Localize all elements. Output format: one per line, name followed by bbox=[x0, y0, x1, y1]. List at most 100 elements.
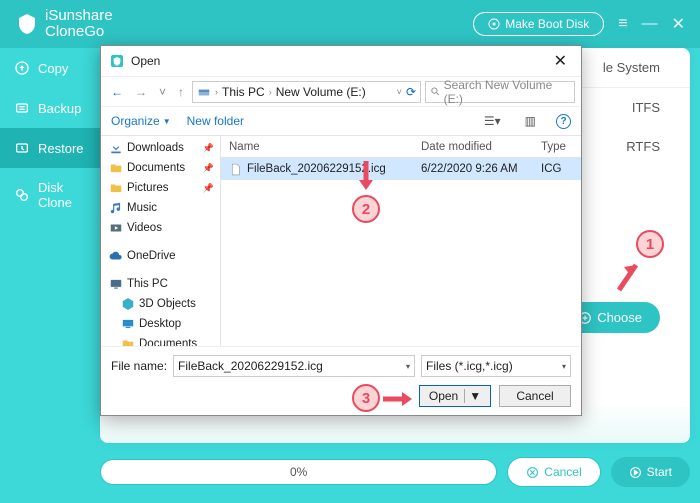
list-header[interactable]: Name Date modified Type bbox=[221, 136, 581, 158]
help-icon[interactable]: ? bbox=[556, 114, 571, 129]
filetype-filter[interactable]: Files (*.icg,*.icg)▾ bbox=[421, 355, 571, 377]
file-icon bbox=[229, 163, 242, 176]
drive-icon bbox=[197, 85, 211, 99]
annotation-arrow-3 bbox=[380, 390, 418, 408]
sidebar-label: Restore bbox=[38, 141, 84, 156]
cell-value: ITFS bbox=[632, 100, 660, 115]
tree-label: Videos bbox=[127, 222, 162, 234]
col-type[interactable]: Type bbox=[541, 141, 581, 153]
filename-input[interactable]: FileBack_20206229152.icg▾ bbox=[173, 355, 415, 377]
file-type: ICG bbox=[541, 163, 581, 175]
start-button[interactable]: Start bbox=[611, 457, 690, 487]
tree-item[interactable]: Documents 📌 bbox=[107, 158, 220, 178]
logo-icon bbox=[15, 12, 39, 36]
tree-label: Music bbox=[127, 202, 157, 214]
backup-icon bbox=[14, 100, 30, 116]
tree-item[interactable]: OneDrive bbox=[107, 246, 220, 266]
app-logo: iSunshareCloneGo bbox=[15, 8, 113, 40]
col-filesystem: le System bbox=[603, 60, 660, 75]
col-date[interactable]: Date modified bbox=[421, 141, 541, 153]
preview-pane-icon[interactable]: ▥ bbox=[521, 112, 540, 130]
cancel-icon bbox=[526, 466, 539, 479]
nav-up-icon[interactable]: ↑ bbox=[174, 83, 188, 101]
organize-button[interactable]: Organize ▼ bbox=[111, 114, 171, 128]
pin-icon: 📌 bbox=[203, 143, 218, 154]
tree-item[interactable]: Pictures 📌 bbox=[107, 178, 220, 198]
new-folder-button[interactable]: New folder bbox=[187, 114, 244, 128]
nav-back-icon[interactable]: ← bbox=[107, 83, 127, 101]
tree-item[interactable]: Desktop bbox=[107, 314, 220, 334]
bottom-bar: 0% Cancel Start bbox=[100, 451, 690, 493]
tree-item[interactable]: Music bbox=[107, 198, 220, 218]
folder-icon bbox=[121, 337, 135, 346]
sidebar-item-backup[interactable]: Backup bbox=[0, 88, 100, 128]
cancel-button[interactable]: Cancel bbox=[507, 457, 600, 487]
file-list: Name Date modified Type FileBack_2020622… bbox=[221, 136, 581, 346]
cell-value: RTFS bbox=[626, 139, 660, 154]
sidebar-label: Backup bbox=[38, 101, 81, 116]
tree-label: Documents bbox=[139, 338, 197, 346]
desktop-icon bbox=[121, 317, 135, 331]
cloud-icon bbox=[109, 249, 123, 263]
pin-icon: 📌 bbox=[203, 163, 218, 174]
address-bar[interactable]: › This PC › New Volume (E:) ˅ ⟳ bbox=[192, 81, 421, 103]
dialog-title: Open bbox=[131, 54, 160, 68]
start-label: Start bbox=[647, 465, 672, 479]
tree-item[interactable]: Videos bbox=[107, 218, 220, 238]
tree-label: Documents bbox=[127, 162, 185, 174]
dialog-close-icon[interactable]: ✕ bbox=[548, 49, 573, 73]
search-icon bbox=[430, 86, 441, 97]
breadcrumb[interactable]: This PC bbox=[222, 85, 265, 99]
boot-icon bbox=[488, 18, 500, 30]
app-name-1: iSunshare bbox=[45, 8, 113, 24]
close-icon[interactable]: ✕ bbox=[672, 14, 685, 34]
pc-icon bbox=[109, 277, 123, 291]
breadcrumb[interactable]: New Volume (E:) bbox=[276, 85, 366, 99]
progress-text: 0% bbox=[290, 465, 307, 479]
make-boot-disk-button[interactable]: Make Boot Disk bbox=[473, 12, 604, 36]
sidebar-item-diskclone[interactable]: Disk Clone bbox=[0, 168, 100, 222]
file-date: 6/22/2020 9:26 AM bbox=[421, 163, 541, 175]
tree-item[interactable]: Documents bbox=[107, 334, 220, 346]
view-mode-icon[interactable]: ☰▾ bbox=[480, 112, 505, 130]
sidebar-label: Disk Clone bbox=[38, 180, 86, 210]
annotation-badge-2: 2 bbox=[352, 195, 380, 223]
cube-icon bbox=[121, 297, 135, 311]
tree-item[interactable]: This PC bbox=[107, 274, 220, 294]
file-row[interactable]: FileBack_20206229152.icg 6/22/2020 9:26 … bbox=[221, 158, 581, 180]
nav-forward-icon[interactable]: → bbox=[131, 83, 151, 101]
search-input[interactable]: Search New Volume (E:) bbox=[425, 81, 575, 103]
folder-tree[interactable]: Downloads 📌 Documents 📌 Pictures 📌 Music Videos… bbox=[101, 136, 221, 346]
tree-label: Downloads bbox=[127, 142, 184, 154]
col-name[interactable]: Name bbox=[221, 141, 421, 153]
tree-label: Pictures bbox=[127, 182, 169, 194]
tree-label: Desktop bbox=[139, 318, 181, 330]
open-button[interactable]: Open▼ bbox=[419, 385, 491, 407]
dialog-titlebar: Open ✕ bbox=[101, 46, 581, 76]
sidebar: Copy Backup Restore Disk Clone bbox=[0, 48, 100, 222]
folder-icon bbox=[109, 161, 123, 175]
dialog-cancel-button[interactable]: Cancel bbox=[499, 385, 571, 407]
diskclone-icon bbox=[14, 187, 30, 203]
tree-item[interactable]: Downloads 📌 bbox=[107, 138, 220, 158]
app-name-2: CloneGo bbox=[45, 24, 113, 40]
sidebar-item-restore[interactable]: Restore bbox=[0, 128, 100, 168]
dialog-toolbar: Organize ▼ New folder ☰▾ ▥ ? bbox=[101, 106, 581, 136]
nav-recent-icon[interactable]: ˅ bbox=[155, 83, 170, 101]
minimize-icon[interactable]: — bbox=[642, 15, 658, 33]
filename-label: File name: bbox=[111, 359, 167, 373]
tree-item[interactable]: 3D Objects bbox=[107, 294, 220, 314]
dialog-nav: ← → ˅ ↑ › This PC › New Volume (E:) ˅ ⟳ … bbox=[101, 76, 581, 106]
sidebar-item-copy[interactable]: Copy bbox=[0, 48, 100, 88]
annotation-badge-1: 1 bbox=[636, 230, 664, 258]
pin-icon: 📌 bbox=[203, 183, 218, 194]
cancel-label: Cancel bbox=[544, 465, 581, 479]
app-header: iSunshareCloneGo Make Boot Disk ≡ — ✕ bbox=[0, 0, 700, 48]
choose-label: Choose bbox=[597, 310, 642, 325]
dialog-icon bbox=[109, 53, 125, 69]
refresh-icon[interactable]: ⟳ bbox=[406, 85, 416, 99]
menu-icon[interactable]: ≡ bbox=[618, 15, 627, 33]
tree-label: OneDrive bbox=[127, 250, 176, 262]
dialog-footer: File name: FileBack_20206229152.icg▾ Fil… bbox=[101, 346, 581, 415]
play-icon bbox=[629, 466, 642, 479]
